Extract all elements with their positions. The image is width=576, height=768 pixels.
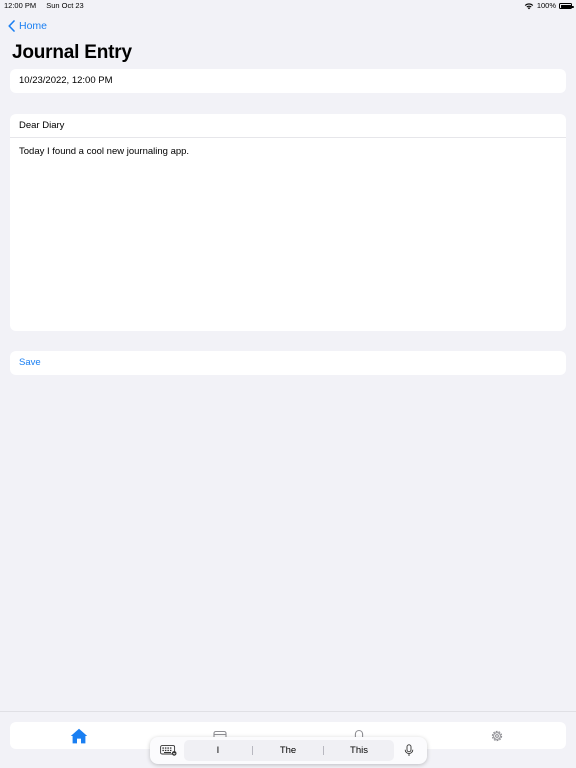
- keyboard-icon: [159, 744, 176, 756]
- keyboard-toggle-button[interactable]: [159, 743, 177, 757]
- status-left: 12:00 PM Sun Oct 23: [4, 0, 84, 12]
- screen: 12:00 PM Sun Oct 23 100% Home Journal En…: [0, 0, 576, 768]
- status-right: 100%: [524, 0, 574, 12]
- entry-body-textarea[interactable]: Today I found a cool new journaling app.: [10, 138, 566, 165]
- status-date: Sun Oct 23: [46, 1, 84, 10]
- back-button[interactable]: Home: [8, 18, 47, 34]
- house-icon: [70, 728, 88, 744]
- tab-bar-divider: [0, 711, 576, 712]
- suggestion-2[interactable]: The: [253, 740, 323, 761]
- tab-home[interactable]: [70, 727, 88, 745]
- entry-title-field[interactable]: Dear Diary: [10, 114, 566, 138]
- chevron-left-icon: [8, 20, 15, 32]
- suggestion-3[interactable]: This: [324, 740, 394, 761]
- suggestions-group: I The This: [184, 740, 394, 761]
- predictive-text-bar: I The This: [150, 737, 427, 764]
- tab-settings[interactable]: [488, 727, 506, 745]
- page-title: Journal Entry: [12, 42, 132, 63]
- status-time: 12:00 PM: [4, 1, 37, 10]
- microphone-icon: [404, 743, 414, 756]
- wifi-icon: [524, 3, 534, 10]
- entry-card: Dear Diary Today I found a cool new jour…: [10, 114, 566, 331]
- save-label: Save: [19, 357, 41, 368]
- gear-icon: [491, 730, 503, 742]
- date-picker-field[interactable]: 10/23/2022, 12:00 PM: [10, 69, 566, 93]
- save-button[interactable]: Save: [10, 351, 566, 375]
- battery-fill: [560, 4, 571, 8]
- dictation-button[interactable]: [402, 743, 416, 757]
- status-bar: 12:00 PM Sun Oct 23 100%: [0, 0, 576, 12]
- suggestion-1[interactable]: I: [184, 740, 252, 761]
- battery-percent: 100%: [536, 1, 556, 10]
- back-label: Home: [19, 20, 48, 32]
- battery-icon: [559, 3, 574, 9]
- date-value: 10/23/2022, 12:00 PM: [19, 75, 113, 86]
